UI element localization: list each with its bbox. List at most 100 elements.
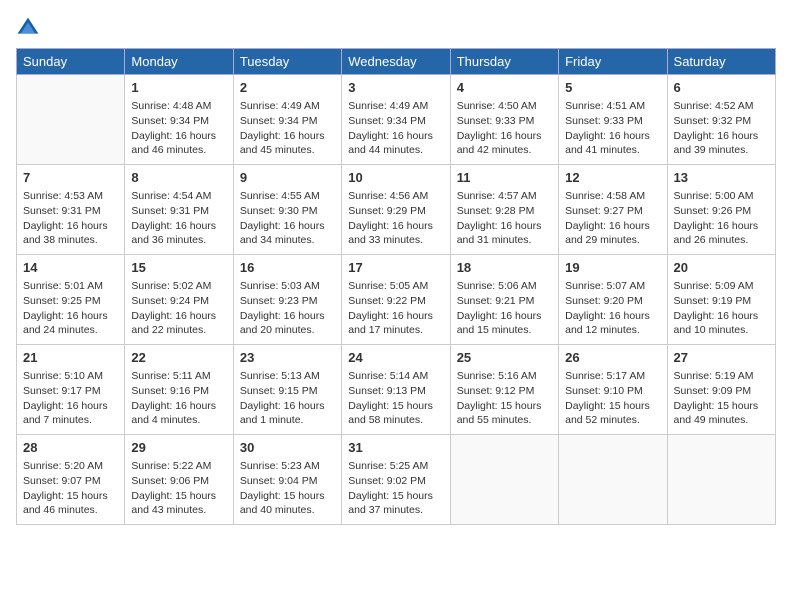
day-detail: Sunrise: 5:09 AM Sunset: 9:19 PM Dayligh… [674, 279, 769, 338]
day-detail: Sunrise: 4:49 AM Sunset: 9:34 PM Dayligh… [240, 99, 335, 158]
day-number: 17 [348, 259, 443, 277]
calendar-day: 1 Sunrise: 4:48 AM Sunset: 9:34 PM Daylig… [125, 75, 233, 165]
day-number: 27 [674, 349, 769, 367]
day-number: 30 [240, 439, 335, 457]
day-number: 11 [457, 169, 552, 187]
day-number: 24 [348, 349, 443, 367]
calendar-day: 15 Sunrise: 5:02 AM Sunset: 9:24 PM Dayli… [125, 255, 233, 345]
day-number: 28 [23, 439, 118, 457]
calendar-day: 29 Sunrise: 5:22 AM Sunset: 9:06 PM Dayli… [125, 435, 233, 525]
calendar-week-4: 21 Sunrise: 5:10 AM Sunset: 9:17 PM Dayli… [17, 345, 776, 435]
day-number: 7 [23, 169, 118, 187]
day-number: 8 [131, 169, 226, 187]
day-detail: Sunrise: 5:05 AM Sunset: 9:22 PM Dayligh… [348, 279, 443, 338]
day-detail: Sunrise: 5:22 AM Sunset: 9:06 PM Dayligh… [131, 459, 226, 518]
day-detail: Sunrise: 4:53 AM Sunset: 9:31 PM Dayligh… [23, 189, 118, 248]
day-detail: Sunrise: 5:13 AM Sunset: 9:15 PM Dayligh… [240, 369, 335, 428]
calendar-day: 14Sunrise: 5:01 AM Sunset: 9:25 PM Dayli… [17, 255, 125, 345]
day-number: 3 [348, 79, 443, 97]
calendar-day: 10 Sunrise: 4:56 AM Sunset: 9:29 PM Dayli… [342, 165, 450, 255]
calendar-day: 18Sunrise: 5:06 AM Sunset: 9:21 PM Dayli… [450, 255, 558, 345]
calendar-day: 30 Sunrise: 5:23 AM Sunset: 9:04 PM Dayli… [233, 435, 341, 525]
day-number: 2 [240, 79, 335, 97]
day-detail: Sunrise: 4:56 AM Sunset: 9:29 PM Dayligh… [348, 189, 443, 248]
day-number: 10 [348, 169, 443, 187]
calendar-header-friday: Friday [559, 49, 667, 75]
calendar-header-tuesday: Tuesday [233, 49, 341, 75]
calendar-day: 3Sunrise: 4:49 AM Sunset: 9:34 PM Daylig… [342, 75, 450, 165]
day-detail: Sunrise: 4:50 AM Sunset: 9:33 PM Dayligh… [457, 99, 552, 158]
day-detail: Sunrise: 5:11 AM Sunset: 9:16 PM Dayligh… [131, 369, 226, 428]
day-detail: Sunrise: 5:07 AM Sunset: 9:20 PM Dayligh… [565, 279, 660, 338]
day-number: 16 [240, 259, 335, 277]
day-number: 4 [457, 79, 552, 97]
calendar-day: 5 Sunrise: 4:51 AM Sunset: 9:33 PM Daylig… [559, 75, 667, 165]
calendar-day: 16 Sunrise: 5:03 AM Sunset: 9:23 PM Dayli… [233, 255, 341, 345]
day-detail: Sunrise: 5:17 AM Sunset: 9:10 PM Dayligh… [565, 369, 660, 428]
calendar-table: SundayMondayTuesdayWednesdayThursdayFrid… [16, 48, 776, 525]
day-detail: Sunrise: 4:55 AM Sunset: 9:30 PM Dayligh… [240, 189, 335, 248]
day-detail: Sunrise: 5:16 AM Sunset: 9:12 PM Dayligh… [457, 369, 552, 428]
calendar-day: 27 Sunrise: 5:19 AM Sunset: 9:09 PM Dayli… [667, 345, 775, 435]
day-number: 13 [674, 169, 769, 187]
day-detail: Sunrise: 5:14 AM Sunset: 9:13 PM Dayligh… [348, 369, 443, 428]
day-detail: Sunrise: 5:06 AM Sunset: 9:21 PM Dayligh… [457, 279, 552, 338]
day-number: 31 [348, 439, 443, 457]
calendar-day: 4 Sunrise: 4:50 AM Sunset: 9:33 PM Daylig… [450, 75, 558, 165]
calendar-day [450, 435, 558, 525]
day-number: 26 [565, 349, 660, 367]
calendar-header-thursday: Thursday [450, 49, 558, 75]
day-number: 6 [674, 79, 769, 97]
calendar-day: 22 Sunrise: 5:11 AM Sunset: 9:16 PM Dayli… [125, 345, 233, 435]
day-detail: Sunrise: 5:20 AM Sunset: 9:07 PM Dayligh… [23, 459, 118, 518]
day-number: 1 [131, 79, 226, 97]
day-detail: Sunrise: 5:03 AM Sunset: 9:23 PM Dayligh… [240, 279, 335, 338]
day-detail: Sunrise: 5:00 AM Sunset: 9:26 PM Dayligh… [674, 189, 769, 248]
calendar-day: 25 Sunrise: 5:16 AM Sunset: 9:12 PM Dayli… [450, 345, 558, 435]
day-number: 9 [240, 169, 335, 187]
calendar-day: 13 Sunrise: 5:00 AM Sunset: 9:26 PM Dayli… [667, 165, 775, 255]
day-number: 19 [565, 259, 660, 277]
day-detail: Sunrise: 4:52 AM Sunset: 9:32 PM Dayligh… [674, 99, 769, 158]
day-number: 25 [457, 349, 552, 367]
calendar-header-wednesday: Wednesday [342, 49, 450, 75]
calendar-day: 31 Sunrise: 5:25 AM Sunset: 9:02 PM Dayli… [342, 435, 450, 525]
day-detail: Sunrise: 5:19 AM Sunset: 9:09 PM Dayligh… [674, 369, 769, 428]
calendar-day: 20 Sunrise: 5:09 AM Sunset: 9:19 PM Dayli… [667, 255, 775, 345]
day-number: 22 [131, 349, 226, 367]
calendar-day [559, 435, 667, 525]
day-detail: Sunrise: 4:54 AM Sunset: 9:31 PM Dayligh… [131, 189, 226, 248]
calendar-day: 19 Sunrise: 5:07 AM Sunset: 9:20 PM Dayli… [559, 255, 667, 345]
day-detail: Sunrise: 5:25 AM Sunset: 9:02 PM Dayligh… [348, 459, 443, 518]
day-number: 15 [131, 259, 226, 277]
calendar-day: 6 Sunrise: 4:52 AM Sunset: 9:32 PM Daylig… [667, 75, 775, 165]
calendar-day: 8 Sunrise: 4:54 AM Sunset: 9:31 PM Daylig… [125, 165, 233, 255]
logo-icon [16, 16, 40, 40]
day-detail: Sunrise: 4:57 AM Sunset: 9:28 PM Dayligh… [457, 189, 552, 248]
calendar-week-1: 1 Sunrise: 4:48 AM Sunset: 9:34 PM Daylig… [17, 75, 776, 165]
day-detail: Sunrise: 4:51 AM Sunset: 9:33 PM Dayligh… [565, 99, 660, 158]
day-number: 5 [565, 79, 660, 97]
day-number: 12 [565, 169, 660, 187]
day-detail: Sunrise: 5:10 AM Sunset: 9:17 PM Dayligh… [23, 369, 118, 428]
calendar-day: 11 Sunrise: 4:57 AM Sunset: 9:28 PM Dayli… [450, 165, 558, 255]
calendar-day: 2 Sunrise: 4:49 AM Sunset: 9:34 PM Daylig… [233, 75, 341, 165]
day-detail: Sunrise: 4:48 AM Sunset: 9:34 PM Dayligh… [131, 99, 226, 158]
calendar-day: 12Sunrise: 4:58 AM Sunset: 9:27 PM Dayli… [559, 165, 667, 255]
calendar-day: 23 Sunrise: 5:13 AM Sunset: 9:15 PM Dayli… [233, 345, 341, 435]
day-number: 14 [23, 259, 118, 277]
day-detail: Sunrise: 5:23 AM Sunset: 9:04 PM Dayligh… [240, 459, 335, 518]
day-detail: Sunrise: 5:02 AM Sunset: 9:24 PM Dayligh… [131, 279, 226, 338]
calendar-week-2: 7 Sunrise: 4:53 AM Sunset: 9:31 PM Daylig… [17, 165, 776, 255]
calendar-day: 9 Sunrise: 4:55 AM Sunset: 9:30 PM Daylig… [233, 165, 341, 255]
calendar-header-monday: Monday [125, 49, 233, 75]
calendar-week-3: 14Sunrise: 5:01 AM Sunset: 9:25 PM Dayli… [17, 255, 776, 345]
day-number: 20 [674, 259, 769, 277]
calendar-day: 28 Sunrise: 5:20 AM Sunset: 9:07 PM Dayli… [17, 435, 125, 525]
calendar-day: 24 Sunrise: 5:14 AM Sunset: 9:13 PM Dayli… [342, 345, 450, 435]
calendar-day [667, 435, 775, 525]
day-number: 23 [240, 349, 335, 367]
day-number: 29 [131, 439, 226, 457]
day-number: 21 [23, 349, 118, 367]
calendar-header-saturday: Saturday [667, 49, 775, 75]
